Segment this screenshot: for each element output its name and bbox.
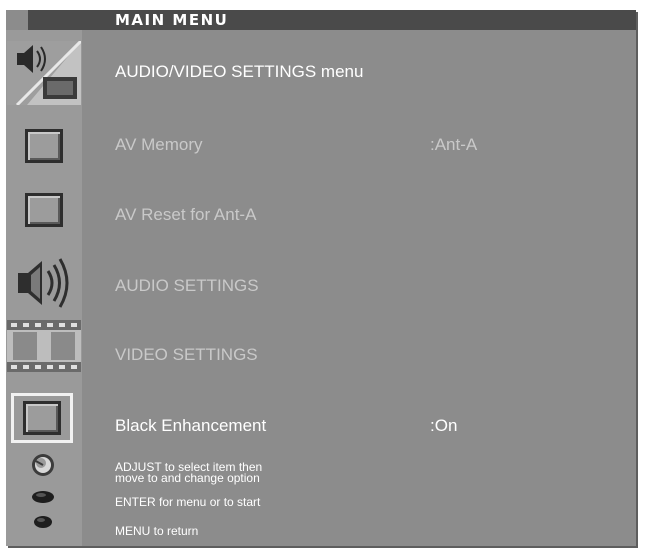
menu-item-black-enhancement[interactable]: Black Enhancement [115, 416, 266, 436]
menu-button-icon [30, 514, 56, 535]
help-enter: ENTER for menu or to start [115, 495, 261, 509]
osd-panel [6, 10, 636, 546]
speaker-film-icon [6, 40, 82, 106]
menu-item-audio-video-settings[interactable]: AUDIO/VIDEO SETTINGS menu [115, 62, 363, 82]
menu-title: MAIN MENU [115, 11, 229, 29]
menu-item-video-settings[interactable]: VIDEO SETTINGS [115, 345, 258, 365]
selection-frame [11, 393, 73, 443]
film-icon [6, 313, 82, 379]
menu-item-av-memory[interactable]: AV Memory [115, 135, 203, 155]
square-button-icon [6, 113, 82, 179]
av-memory-value: :Ant-A [430, 135, 478, 154]
help-adjust-line-2: move to and change option [115, 471, 260, 485]
speaker-icon [6, 250, 82, 316]
menu-item-av-reset[interactable]: AV Reset for Ant-A [115, 205, 256, 225]
adjust-knob-icon [30, 452, 56, 483]
menu-item-audio-settings[interactable]: AUDIO SETTINGS [115, 276, 259, 296]
square-button-icon [6, 177, 82, 243]
square-button-icon [23, 401, 61, 435]
help-menu: MENU to return [115, 524, 199, 538]
black-enhancement-value[interactable]: :On [430, 416, 457, 436]
enter-button-icon [30, 489, 56, 510]
